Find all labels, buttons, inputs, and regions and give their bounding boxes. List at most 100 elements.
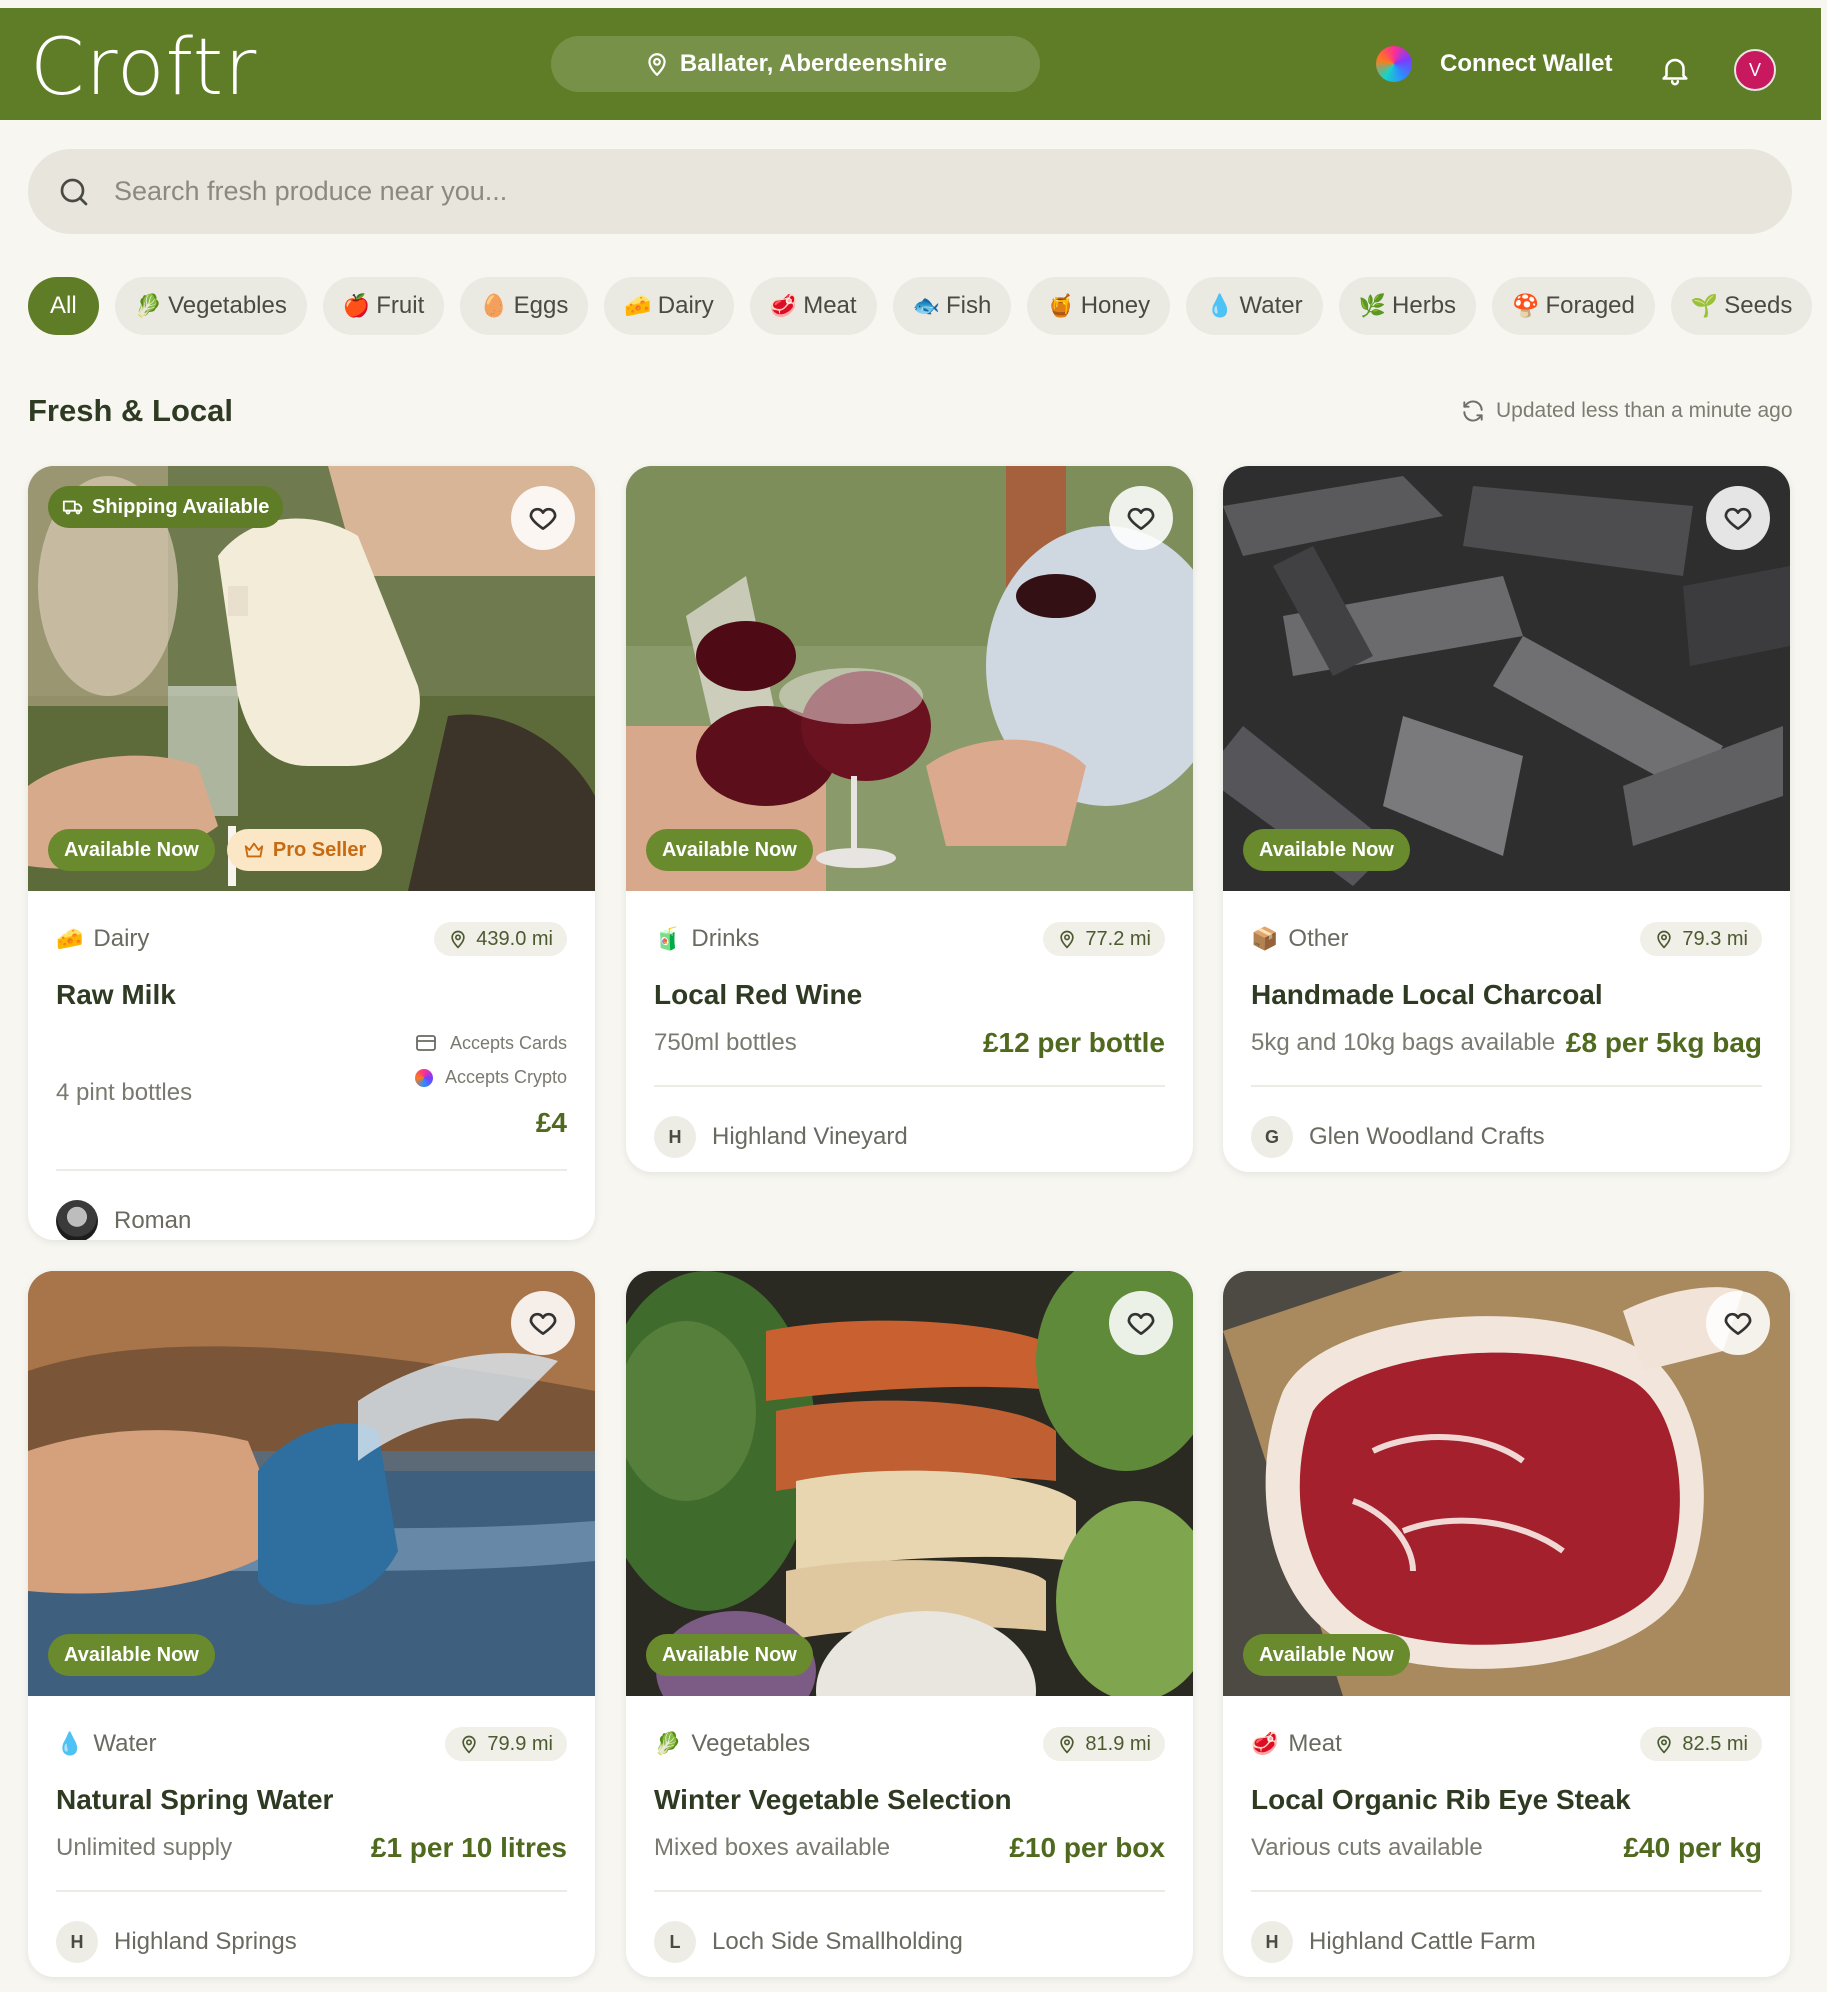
- notification-bell-icon[interactable]: [1658, 52, 1692, 88]
- category-chip-fish[interactable]: 🐟 Fish: [892, 277, 1012, 335]
- listing-title[interactable]: Local Red Wine: [654, 977, 1165, 1013]
- listing-title[interactable]: Winter Vegetable Selection: [654, 1782, 1165, 1818]
- photo-badges: Available Now: [646, 829, 813, 871]
- category-chip-honey[interactable]: 🍯 Honey: [1027, 277, 1171, 335]
- category-chip-meat[interactable]: 🥩 Meat: [749, 277, 877, 335]
- listing-price: £40 per kg: [1623, 1832, 1762, 1863]
- listing-title[interactable]: Natural Spring Water: [56, 1782, 567, 1818]
- listing-photo[interactable]: Available Now: [1223, 1271, 1790, 1696]
- category-chip-label: Fish: [945, 292, 992, 319]
- brand-logo[interactable]: Croftr: [30, 22, 257, 114]
- meat-icon: 🥩: [769, 293, 798, 319]
- listing-subtitle: 750ml bottles: [654, 1029, 797, 1056]
- location-selector[interactable]: Ballater, Aberdeenshire: [551, 36, 1040, 92]
- seller-name: Highland Cattle Farm: [1309, 1928, 1536, 1955]
- user-avatar[interactable]: V: [1734, 49, 1776, 91]
- favorite-button[interactable]: [511, 486, 575, 550]
- seller-avatar: L: [654, 1921, 696, 1963]
- listing-body: 🧃 Drinks 77.2 mi Local Red Wine 750ml bo…: [626, 891, 1193, 1172]
- available-now-badge: Available Now: [48, 1634, 215, 1676]
- favorite-button[interactable]: [1109, 486, 1173, 550]
- winter-vegetables-photo: [626, 1271, 1193, 1696]
- search-input[interactable]: [114, 176, 1614, 207]
- mushroom-icon: 🍄: [1512, 293, 1540, 319]
- listing-photo[interactable]: Shipping Available Available Now Pro Sel…: [28, 466, 595, 891]
- connect-wallet-label: Connect Wallet: [1440, 50, 1613, 77]
- seller-avatar: G: [1251, 1116, 1293, 1158]
- favorite-button[interactable]: [1706, 1291, 1770, 1355]
- category-chip-water[interactable]: 💧 Water: [1186, 277, 1323, 335]
- top-bar: Croftr Ballater, Aberdeenshire Connect W…: [0, 8, 1821, 120]
- listing-photo[interactable]: Available Now: [28, 1271, 595, 1696]
- connect-wallet-button[interactable]: Connect Wallet: [1376, 36, 1612, 92]
- map-pin-icon: [1060, 930, 1075, 949]
- cheese-icon: 🧀: [56, 926, 84, 952]
- favorite-button[interactable]: [1109, 1291, 1173, 1355]
- vegetables-icon: 🥬: [134, 293, 163, 319]
- distance-label: 77.2 mi: [1085, 927, 1151, 950]
- listing-title[interactable]: Raw Milk: [56, 977, 567, 1013]
- listing-body: 🥩 Meat 82.5 mi Local Organic Rib Eye Ste…: [1223, 1696, 1790, 1977]
- package-icon: 📦: [1251, 926, 1279, 952]
- listing-title[interactable]: Handmade Local Charcoal: [1251, 977, 1762, 1013]
- category-chip-seeds[interactable]: 🌱 Seeds: [1670, 277, 1813, 335]
- listing-photo[interactable]: Available Now: [626, 466, 1193, 891]
- herb-icon: 🌿: [1358, 293, 1387, 319]
- heart-icon: [1724, 507, 1752, 530]
- distance-label: 81.9 mi: [1085, 1732, 1151, 1755]
- listing-card-winter-vegetables[interactable]: Available Now 🥬 Vegetables 81.9 mi Winte…: [626, 1271, 1193, 1977]
- egg-icon: 🥚: [480, 293, 508, 319]
- listing-category: 📦 Other: [1251, 925, 1348, 953]
- listing-card-rib-eye-steak[interactable]: Available Now 🥩 Meat 82.5 mi Local Organ…: [1223, 1271, 1790, 1977]
- category-chip-label: Meat: [803, 292, 857, 319]
- listing-category-label: Drinks: [691, 925, 760, 952]
- favorite-button[interactable]: [511, 1291, 575, 1355]
- map-pin-icon: [451, 930, 465, 949]
- truck-icon: [62, 500, 83, 515]
- refresh-icon: [1463, 400, 1483, 422]
- category-chip-eggs[interactable]: 🥚 Eggs: [460, 277, 589, 335]
- available-now-badge: Available Now: [1243, 1634, 1410, 1676]
- listing-card-raw-milk[interactable]: Shipping Available Available Now Pro Sel…: [28, 466, 595, 1240]
- category-chip-fruit[interactable]: 🍎 Fruit: [322, 277, 445, 335]
- category-chip-foraged[interactable]: 🍄 Foraged: [1492, 277, 1655, 335]
- listing-card-charcoal[interactable]: Available Now 📦 Other 79.3 mi Handmade L…: [1223, 466, 1790, 1172]
- category-chip-label: All: [50, 292, 77, 319]
- map-pin-icon: [1657, 930, 1672, 949]
- category-chip-all[interactable]: All: [28, 277, 99, 335]
- listing-card-red-wine[interactable]: Available Now 🧃 Drinks 77.2 mi Local Red…: [626, 466, 1193, 1172]
- apple-icon: 🍎: [342, 293, 371, 319]
- heart-icon: [1127, 1312, 1155, 1335]
- map-pin-icon: [648, 53, 666, 76]
- listing-photo[interactable]: Available Now: [626, 1271, 1193, 1696]
- category-chip-vegetables[interactable]: 🥬 Vegetables: [114, 277, 307, 335]
- listing-price: £1 per 10 litres: [370, 1832, 567, 1863]
- seller-info[interactable]: Roman: [56, 1171, 567, 1240]
- listing-category-label: Vegetables: [691, 1730, 811, 1757]
- seller-info[interactable]: H Highland Cattle Farm: [1251, 1892, 1762, 1977]
- seller-info[interactable]: G Glen Woodland Crafts: [1251, 1087, 1762, 1172]
- distance-badge: 81.9 mi: [1043, 1727, 1165, 1761]
- listing-subtitle: Mixed boxes available: [654, 1834, 891, 1861]
- distance-badge: 439.0 mi: [434, 922, 567, 956]
- category-chip-label: Dairy: [657, 292, 714, 319]
- category-chip-dairy[interactable]: 🧀 Dairy: [604, 277, 734, 335]
- listing-category-label: Other: [1288, 925, 1349, 952]
- seller-info[interactable]: H Highland Vineyard: [654, 1087, 1165, 1172]
- spring-water-photo: [28, 1271, 595, 1696]
- category-chip-herbs[interactable]: 🌿 Herbs: [1338, 277, 1477, 335]
- shipping-available-label: Shipping Available: [92, 495, 270, 518]
- search-bar: [28, 149, 1792, 234]
- listing-card-spring-water[interactable]: Available Now 💧 Water 79.9 mi Natural Sp…: [28, 1271, 595, 1977]
- listing-photo[interactable]: Available Now: [1223, 466, 1790, 891]
- listing-title[interactable]: Local Organic Rib Eye Steak: [1251, 1782, 1762, 1818]
- rib-eye-steak-photo: [1223, 1271, 1790, 1696]
- accepts-cards-label: Accepts Cards: [449, 1032, 567, 1053]
- seller-info[interactable]: H Highland Springs: [56, 1892, 567, 1977]
- last-updated-status[interactable]: Updated less than a minute ago: [1460, 398, 1793, 424]
- seller-info[interactable]: L Loch Side Smallholding: [654, 1892, 1165, 1977]
- favorite-button[interactable]: [1706, 486, 1770, 550]
- heart-icon: [1724, 1312, 1752, 1335]
- distance-label: 79.9 mi: [487, 1732, 553, 1755]
- listing-price: £10 per box: [1009, 1832, 1165, 1863]
